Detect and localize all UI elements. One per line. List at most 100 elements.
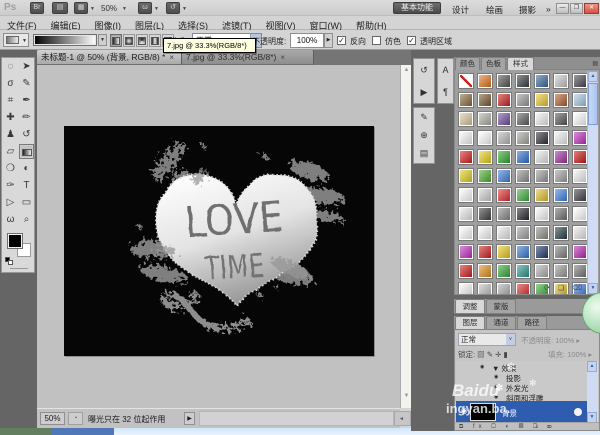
move-tool[interactable]: ➤ [19,59,34,74]
paragraph-panel-icon[interactable]: ¶ [438,81,453,103]
rotate-view-icon[interactable]: ↺ [166,2,180,14]
style-swatch-16[interactable] [496,111,512,127]
hand-dropdown[interactable]: ▼ [154,6,159,12]
style-swatch-73[interactable] [515,263,531,279]
style-swatch-72[interactable] [496,263,512,279]
default-colors-icon[interactable] [5,257,14,266]
style-swatch-3[interactable] [515,73,531,89]
styles-tabs-tab-2[interactable]: 样式 [507,57,534,70]
style-swatch-50[interactable] [477,206,493,222]
scroll-down-icon[interactable]: ▼ [402,393,411,399]
eraser-tool[interactable]: ▱ [3,144,18,159]
styles-footer-icons[interactable]: ⟳ ❏ ⌫ [544,284,585,292]
style-swatch-37[interactable] [496,168,512,184]
healing-brush-tool[interactable]: ✚ [3,110,18,125]
opacity-field[interactable]: 100% [290,33,324,48]
style-swatch-54[interactable] [553,206,569,222]
style-swatch-56[interactable] [458,225,474,241]
zoom-tool[interactable]: ⌕ [19,212,34,227]
style-swatch-47[interactable] [553,187,569,203]
dither-checkbox[interactable] [372,36,381,45]
document-tab-1[interactable]: 未标题-1 @ 50% (背景, RGB/8) * × [37,50,182,65]
style-swatch-58[interactable] [496,225,512,241]
arrange-documents-icon[interactable]: ▦ [74,2,88,14]
style-swatch-76[interactable] [572,263,588,279]
style-swatch-9[interactable] [496,92,512,108]
reverse-checkbox[interactable]: ✓ [337,36,346,45]
style-swatch-49[interactable] [458,206,474,222]
style-swatch-21[interactable] [458,130,474,146]
style-swatch-28[interactable] [458,149,474,165]
style-swatch-39[interactable] [534,168,550,184]
scroll-up-icon[interactable]: ▲ [402,67,411,73]
style-swatch-48[interactable] [572,187,588,203]
style-swatch-53[interactable] [534,206,550,222]
path-selection-tool[interactable]: ▷ [3,195,18,210]
style-swatch-59[interactable] [515,225,531,241]
style-swatch-22[interactable] [477,130,493,146]
style-swatch-71[interactable] [477,263,493,279]
transparency-checkbox[interactable]: ✓ [407,36,416,45]
workspace-photo-button[interactable]: 摄影 [519,4,536,16]
style-swatch-38[interactable] [515,168,531,184]
workspace-paint-button[interactable]: 绘画 [486,4,503,16]
style-swatch-5[interactable] [553,73,569,89]
styles-panel-menu-icon[interactable]: ▤ [592,60,598,67]
angle-gradient-button[interactable] [136,34,148,47]
vertical-scrollbar[interactable]: ▲ ▼ [400,65,411,408]
workspace-design-button[interactable]: 设计 [452,4,469,16]
layers-tabs-tab-1[interactable]: 通道 [486,316,516,329]
style-swatch-44[interactable] [496,187,512,203]
tab-2-close-icon[interactable]: × [280,51,285,64]
style-swatch-79[interactable] [496,282,512,294]
style-swatch-27[interactable] [572,130,588,146]
crop-tool[interactable]: ⌗ [3,93,18,108]
close-button[interactable]: ✕ [584,3,599,14]
style-swatch-1[interactable] [477,73,493,89]
rotate-dropdown[interactable]: ▼ [182,6,187,12]
style-swatch-14[interactable] [458,111,474,127]
style-swatch-6[interactable] [572,73,588,89]
layers-tabs-tab-2[interactable]: 路径 [517,316,547,329]
style-swatch-66[interactable] [515,244,531,260]
style-swatch-32[interactable] [534,149,550,165]
layers-lock-row[interactable]: 锁定: ▨ ✎ ✛ ▮ [458,349,508,360]
style-swatch-63[interactable] [458,244,474,260]
style-swatch-62[interactable] [572,225,588,241]
pen-tool[interactable]: ✑ [3,178,18,193]
style-swatch-24[interactable] [515,130,531,146]
layer-comps-panel-icon[interactable]: ▤ [414,144,434,162]
restore-button[interactable]: ❐ [570,3,583,14]
adjust-tabs-tab-0[interactable]: 调整 [455,299,485,313]
canvas-image[interactable]: LOVE TIME [64,126,374,356]
blur-tool[interactable]: ❍ [3,161,18,176]
type-tool[interactable]: T [19,178,34,193]
style-swatch-0[interactable] [458,73,474,89]
lasso-tool[interactable]: σ [3,76,18,91]
style-swatch-18[interactable] [534,111,550,127]
quick-selection-tool[interactable]: ✎ [19,76,34,91]
clone-source-panel-icon[interactable]: ⊕ [414,126,434,144]
gradient-picker-arrow[interactable]: ▼ [98,34,107,46]
history-brush-tool[interactable]: ↺ [19,127,34,142]
style-swatch-29[interactable] [477,149,493,165]
style-swatch-11[interactable] [534,92,550,108]
tool-preset-picker[interactable]: ▼ [3,33,29,47]
style-swatch-10[interactable] [515,92,531,108]
style-swatch-34[interactable] [572,149,588,165]
styles-scroll-thumb[interactable] [588,83,598,125]
style-swatch-8[interactable] [477,92,493,108]
workspace-overflow[interactable]: » [546,4,551,14]
actions-panel-icon[interactable]: ▶ [414,81,434,103]
foreground-color-swatch[interactable] [7,233,23,249]
style-swatch-35[interactable] [458,168,474,184]
style-swatch-80[interactable] [515,282,531,294]
style-swatch-17[interactable] [515,111,531,127]
style-swatch-74[interactable] [534,263,550,279]
brushes-panel-icon[interactable]: ✎ [414,108,434,126]
effect-visibility-icon[interactable]: ◉ [480,364,484,370]
rectangular-marquee-tool[interactable]: ◌ [3,59,18,74]
styles-tabs-tab-1[interactable]: 色板 [481,57,506,70]
layers-bottom-buttons[interactable]: ⧉ fx ▢ ◐ ▤ ❏ ⌦ [455,422,599,430]
style-swatch-13[interactable] [572,92,588,108]
